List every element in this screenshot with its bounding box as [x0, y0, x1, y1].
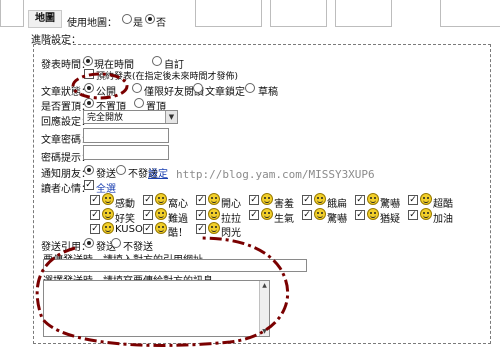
highlight-circle-public [71, 72, 129, 100]
highlight-annotations [35, 72, 290, 347]
highlight-circle-trackback [35, 236, 290, 347]
